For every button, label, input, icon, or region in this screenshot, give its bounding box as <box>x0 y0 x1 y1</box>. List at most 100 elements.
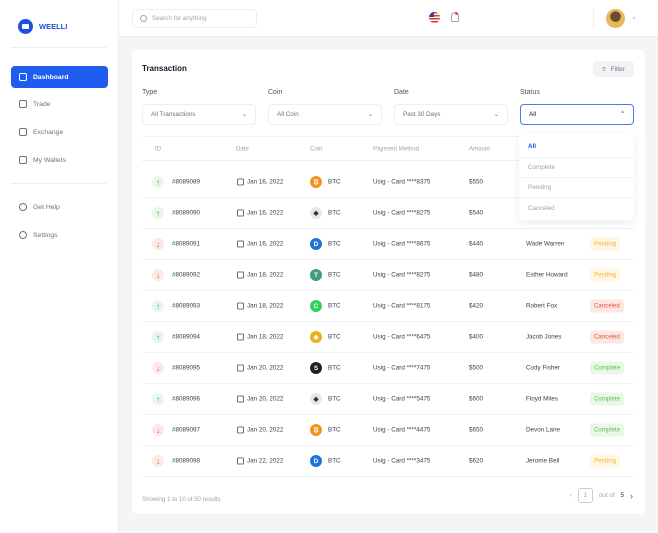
arrow-down-icon: ↓ <box>152 424 164 436</box>
amount: $480 <box>469 271 484 279</box>
payment-method: Usig - Card ****8175 <box>373 302 431 310</box>
sidebar-item-trade[interactable]: Trade <box>11 93 108 115</box>
filter-label: Filter <box>610 65 625 73</box>
divider <box>593 8 594 28</box>
calendar-icon <box>237 364 244 372</box>
coin-icon: C <box>310 300 322 312</box>
customer-name: Devon Lane <box>526 426 560 434</box>
sidebar: WEELLI Dashboard Trade Exchange My Walle… <box>0 0 119 533</box>
sidebar-item-exchange[interactable]: Exchange <box>11 121 108 143</box>
transaction-date: Jan 16, 2022 <box>247 209 284 217</box>
payment-method: Usig - Card ****6475 <box>373 333 431 341</box>
date-select[interactable]: Past 30 Days ⌄ <box>394 104 508 125</box>
status-option-canceled[interactable]: Canceled <box>519 198 634 218</box>
gear-icon <box>19 231 27 239</box>
transaction-id: #8089090 <box>172 209 201 217</box>
filter-button[interactable]: ≡ Filter <box>593 61 634 77</box>
table-row[interactable]: ↓ #8089091 Jan 16, 2022 D BTC Usig - Car… <box>142 229 634 260</box>
chevron-down-icon: ⌄ <box>241 111 247 118</box>
chevron-down-icon[interactable]: ⌄ <box>631 13 637 21</box>
coin-icon: ₿ <box>310 176 322 188</box>
calendar-icon <box>237 426 244 434</box>
next-page-icon[interactable]: › <box>630 491 633 501</box>
out-of-label: out of <box>598 492 615 499</box>
status-badge: Complete <box>590 361 625 375</box>
payment-method: Usig - Card ****7475 <box>373 364 431 372</box>
transaction-date: Jan 20, 2022 <box>247 395 284 403</box>
arrow-up-icon: ↑ <box>152 207 164 219</box>
payment-method: Usig - Card ****4475 <box>373 426 431 434</box>
table-row[interactable]: ↓ #8089098 Jan 22, 2022 D BTC Usig - Car… <box>142 446 634 477</box>
transaction-date: Jan 16, 2022 <box>247 240 284 248</box>
wallet-icon <box>19 156 27 164</box>
exchange-icon <box>19 128 27 136</box>
chevron-up-icon: ⌃ <box>619 111 625 118</box>
sidebar-item-label: My Wallets <box>33 156 66 164</box>
search-input[interactable]: Search for anything <box>132 9 257 28</box>
transaction-date: Jan 16, 2022 <box>247 178 284 186</box>
table-row[interactable]: ↓ #8089092 Jan 18, 2022 T BTC Usig - Car… <box>142 260 634 291</box>
chevron-down-icon: ⌄ <box>367 111 373 118</box>
status-select[interactable]: All ⌃ <box>520 104 634 125</box>
results-summary: Showing 1 to 10 of 50 results <box>142 496 221 503</box>
select-value: All <box>529 111 536 118</box>
coin-name: BTC <box>328 178 341 186</box>
coin-icon: T <box>310 269 322 281</box>
transaction-date: Jan 18, 2022 <box>247 271 284 279</box>
logo[interactable]: WEELLI <box>18 19 67 34</box>
avatar[interactable] <box>606 9 625 28</box>
status-badge: Pending <box>590 237 621 251</box>
sidebar-item-label: Exchange <box>33 128 64 136</box>
sidebar-item-settings[interactable]: Settings <box>11 224 108 246</box>
sidebar-item-my-wallets[interactable]: My Wallets <box>11 149 108 171</box>
coin-name: BTC <box>328 364 341 372</box>
page-input[interactable]: 1 <box>577 488 593 503</box>
coin-name: BTC <box>328 209 341 217</box>
brand-name: WEELLI <box>39 22 68 31</box>
transaction-id: #8089096 <box>172 395 201 403</box>
table-row[interactable]: ↑ #8089093 Jan 18, 2022 C BTC Usig - Car… <box>142 291 634 322</box>
select-value: All Coin <box>277 111 299 118</box>
column-amount: Amount <box>469 145 491 152</box>
coin-label: Coin <box>268 89 283 96</box>
divider <box>11 47 107 48</box>
column-payment-method: Payment Method <box>373 145 420 152</box>
table-row[interactable]: ↓ #8089095 Jan 20, 2022 S BTC Usig - Car… <box>142 353 634 384</box>
amount: $650 <box>469 426 484 434</box>
table-row[interactable]: ↓ #8089097 Jan 20, 2022 ₿ BTC Usig - Car… <box>142 415 634 446</box>
type-select[interactable]: All Transactions ⌄ <box>142 104 256 125</box>
amount: $400 <box>469 333 484 341</box>
transaction-id: #8089089 <box>172 178 201 186</box>
column-date: Date <box>236 145 249 152</box>
filter-icon: ≡ <box>602 65 606 73</box>
transaction-card: Transaction ≡ Filter Type Coin Date Statu… <box>132 50 645 514</box>
pagination: ‹ 1 out of 5 › <box>570 488 633 503</box>
sidebar-item-get-help[interactable]: Get Help <box>11 196 108 218</box>
coin-name: BTC <box>328 271 341 279</box>
status-option-pending[interactable]: Pending <box>519 178 634 198</box>
transaction-id: #8089095 <box>172 364 201 372</box>
coin-name: BTC <box>328 426 341 434</box>
coin-select[interactable]: All Coin ⌄ <box>268 104 382 125</box>
status-option-all[interactable]: All <box>519 133 634 158</box>
sidebar-item-dashboard[interactable]: Dashboard <box>11 66 108 88</box>
sidebar-item-label: Dashboard <box>33 73 69 81</box>
us-flag-icon[interactable] <box>429 12 440 23</box>
prev-page-icon[interactable]: ‹ <box>570 492 572 499</box>
topbar: Search for anything <box>119 0 658 37</box>
type-label: Type <box>142 89 158 96</box>
amount: $420 <box>469 302 484 310</box>
coin-icon: ◆ <box>310 393 322 405</box>
customer-name: Jacob Jones <box>526 333 562 341</box>
home-icon <box>19 73 27 81</box>
table-row[interactable]: ↑ #8089094 Jan 18, 2022 ◈ BTC Usig - Car… <box>142 322 634 353</box>
column-coin: Coin <box>310 145 323 152</box>
transaction-date: Jan 20, 2022 <box>247 426 284 434</box>
notification-dot <box>455 12 458 15</box>
status-option-complete[interactable]: Complete <box>519 158 634 178</box>
arrow-up-icon: ↑ <box>152 393 164 405</box>
table-row[interactable]: ↑ #8089096 Jan 20, 2022 ◆ BTC Usig - Car… <box>142 384 634 415</box>
status-badge: Complete <box>590 423 625 437</box>
arrow-down-icon: ↓ <box>152 362 164 374</box>
amount: $500 <box>469 364 484 372</box>
